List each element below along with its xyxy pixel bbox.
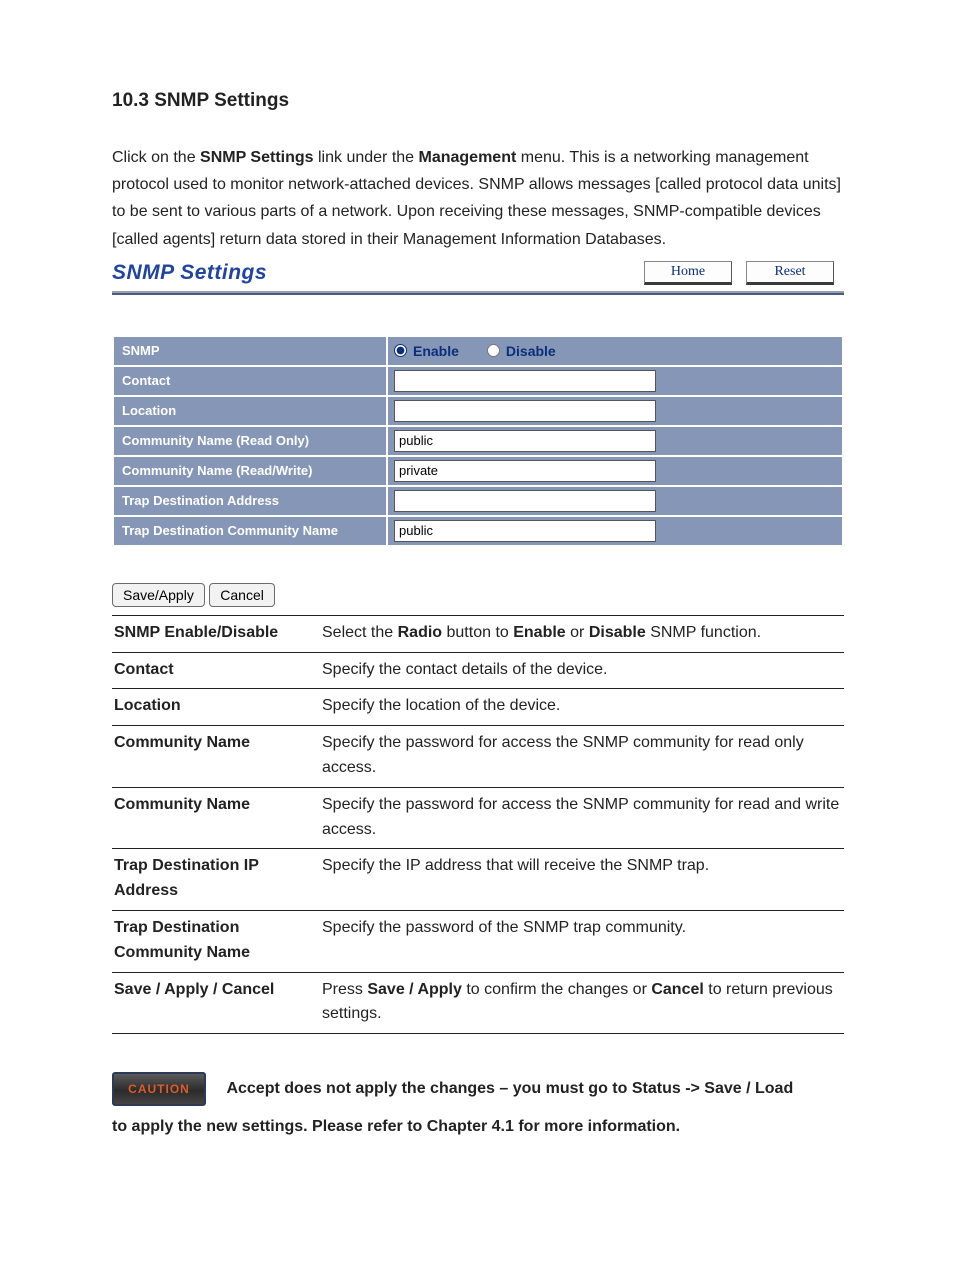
description-table: SNMP Enable/DisableSelect the Radio butt… xyxy=(112,615,844,1034)
intro-text: Click on the xyxy=(112,149,200,166)
radio-disable-label: Disable xyxy=(506,343,556,359)
row-label-trap-comm: Trap Destination Community Name xyxy=(114,517,386,545)
row-label-location: Location xyxy=(114,397,386,425)
row-label-contact: Contact xyxy=(114,367,386,395)
desc-text: Press Save / Apply to confirm the change… xyxy=(320,972,844,1034)
radio-enable[interactable] xyxy=(394,344,407,357)
desc-term: Community Name xyxy=(112,787,320,849)
desc-text: Specify the password of the SNMP trap co… xyxy=(320,910,844,972)
desc-term: SNMP Enable/Disable xyxy=(112,615,320,652)
intro-bold-snmp: SNMP Settings xyxy=(200,149,314,166)
desc-text: Specify the password for access the SNMP… xyxy=(320,726,844,788)
home-button[interactable]: Home xyxy=(644,261,732,285)
desc-term: Location xyxy=(112,689,320,726)
radio-disable[interactable] xyxy=(487,344,500,357)
save-apply-button[interactable]: Save/Apply xyxy=(112,583,205,607)
snmp-form-table: SNMP Enable Disable Contact Location Com… xyxy=(112,335,844,547)
row-label-trap-addr: Trap Destination Address xyxy=(114,487,386,515)
desc-term: Trap Destination IP Address xyxy=(112,849,320,911)
row-label-comm-ro: Community Name (Read Only) xyxy=(114,427,386,455)
desc-text: Specify the password for access the SNMP… xyxy=(320,787,844,849)
location-input[interactable] xyxy=(394,400,656,422)
caution-icon: CAUTION xyxy=(112,1072,206,1106)
intro-paragraph: Click on the SNMP Settings link under th… xyxy=(112,144,844,253)
desc-text: Specify the contact details of the devic… xyxy=(320,652,844,689)
desc-text: Specify the location of the device. xyxy=(320,689,844,726)
desc-term: Trap Destination Community Name xyxy=(112,910,320,972)
panel-title: SNMP Settings xyxy=(112,261,267,289)
community-ro-input[interactable] xyxy=(394,430,656,452)
row-label-comm-rw: Community Name (Read/Write) xyxy=(114,457,386,485)
reset-button[interactable]: Reset xyxy=(746,261,834,285)
caution-text-line2: to apply the new settings. Please refer … xyxy=(112,1112,844,1142)
desc-term: Save / Apply / Cancel xyxy=(112,972,320,1034)
desc-term: Community Name xyxy=(112,726,320,788)
desc-term: Contact xyxy=(112,652,320,689)
radio-enable-label: Enable xyxy=(413,343,459,359)
snmp-radio-group: Enable Disable xyxy=(394,343,836,359)
community-rw-input[interactable] xyxy=(394,460,656,482)
contact-input[interactable] xyxy=(394,370,656,392)
trap-address-input[interactable] xyxy=(394,490,656,512)
cancel-button[interactable]: Cancel xyxy=(209,583,275,607)
caution-text-line1: Accept does not apply the changes – you … xyxy=(226,1080,793,1097)
intro-bold-management: Management xyxy=(419,149,517,166)
divider xyxy=(112,293,844,295)
row-label-snmp: SNMP xyxy=(114,337,386,365)
section-heading: 10.3 SNMP Settings xyxy=(112,90,844,112)
intro-text: link under the xyxy=(314,149,419,166)
desc-text: Select the Radio button to Enable or Dis… xyxy=(320,615,844,652)
desc-text: Specify the IP address that will receive… xyxy=(320,849,844,911)
trap-community-input[interactable] xyxy=(394,520,656,542)
